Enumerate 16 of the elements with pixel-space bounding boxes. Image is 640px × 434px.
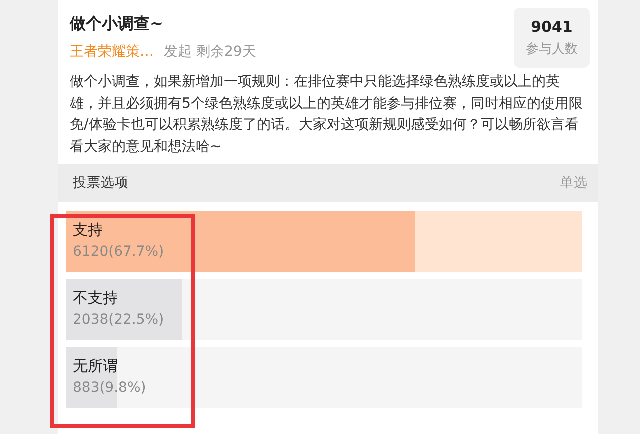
vote-option[interactable]: 支持 6120(67.7%) bbox=[66, 211, 582, 272]
option-result: 2038(22.5%) bbox=[73, 312, 164, 328]
option-label: 不支持 bbox=[73, 289, 118, 308]
vote-option[interactable]: 不支持 2038(22.5%) bbox=[66, 279, 582, 340]
option-result: 883(9.8%) bbox=[73, 380, 146, 396]
poll-description: 做个小调查，如果新增加一项规则：在排位赛中只能选择绿色熟练度或以上的英雄，并且必须拥有5个绿色熟练度或以上的英雄才能参与排位赛，同时相应的使用限免/体验卡也可以积累熟练度了的话。大家对这项新规则感受如何？可以畅所欲言看看大家的意见和想法哈~ bbox=[69, 73, 584, 156]
participant-label: 参与人数 bbox=[526, 41, 578, 58]
poll-meta: 发起 剩余29天 bbox=[164, 43, 256, 61]
option-result: 6120(67.7%) bbox=[73, 244, 164, 260]
selection-mode: 单选 bbox=[560, 174, 588, 192]
option-label: 无所谓 bbox=[73, 357, 118, 376]
poll-title: 做个小调查~ bbox=[70, 13, 164, 35]
option-label: 支持 bbox=[73, 221, 103, 240]
vote-option[interactable]: 无所谓 883(9.8%) bbox=[66, 347, 582, 408]
participant-count: 9041 bbox=[531, 18, 573, 36]
options-title: 投票选项 bbox=[73, 174, 129, 192]
